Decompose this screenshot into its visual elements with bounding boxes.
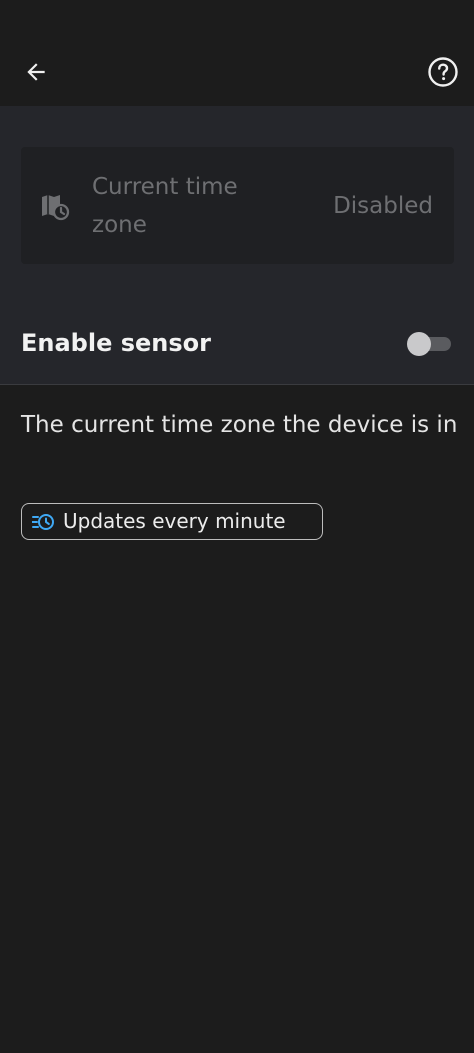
entity-name: Current time zone	[92, 174, 238, 238]
update-clock-icon	[32, 514, 54, 530]
sensor-panel: Current time zone Disabled Enable sensor	[0, 106, 474, 384]
update-frequency-label: Updates every minute	[63, 509, 286, 533]
update-frequency-chip[interactable]: Updates every minute	[21, 503, 323, 540]
map-clock-icon	[42, 195, 70, 221]
app-bar	[0, 0, 474, 106]
help-circle-icon	[428, 57, 458, 87]
help-button[interactable]	[421, 50, 465, 94]
enable-sensor-label: Enable sensor	[21, 329, 211, 357]
sensor-description: The current time zone the device is in	[21, 412, 458, 438]
divider	[0, 384, 474, 385]
back-button[interactable]	[14, 50, 58, 94]
enable-sensor-toggle[interactable]	[407, 332, 453, 356]
arrow-left-icon	[27, 63, 45, 81]
entity-state: Disabled	[333, 193, 433, 219]
enable-sensor-row[interactable]: Enable sensor	[0, 306, 474, 384]
toggle-thumb	[407, 332, 431, 356]
entity-state-card[interactable]: Current time zone Disabled	[21, 147, 454, 264]
